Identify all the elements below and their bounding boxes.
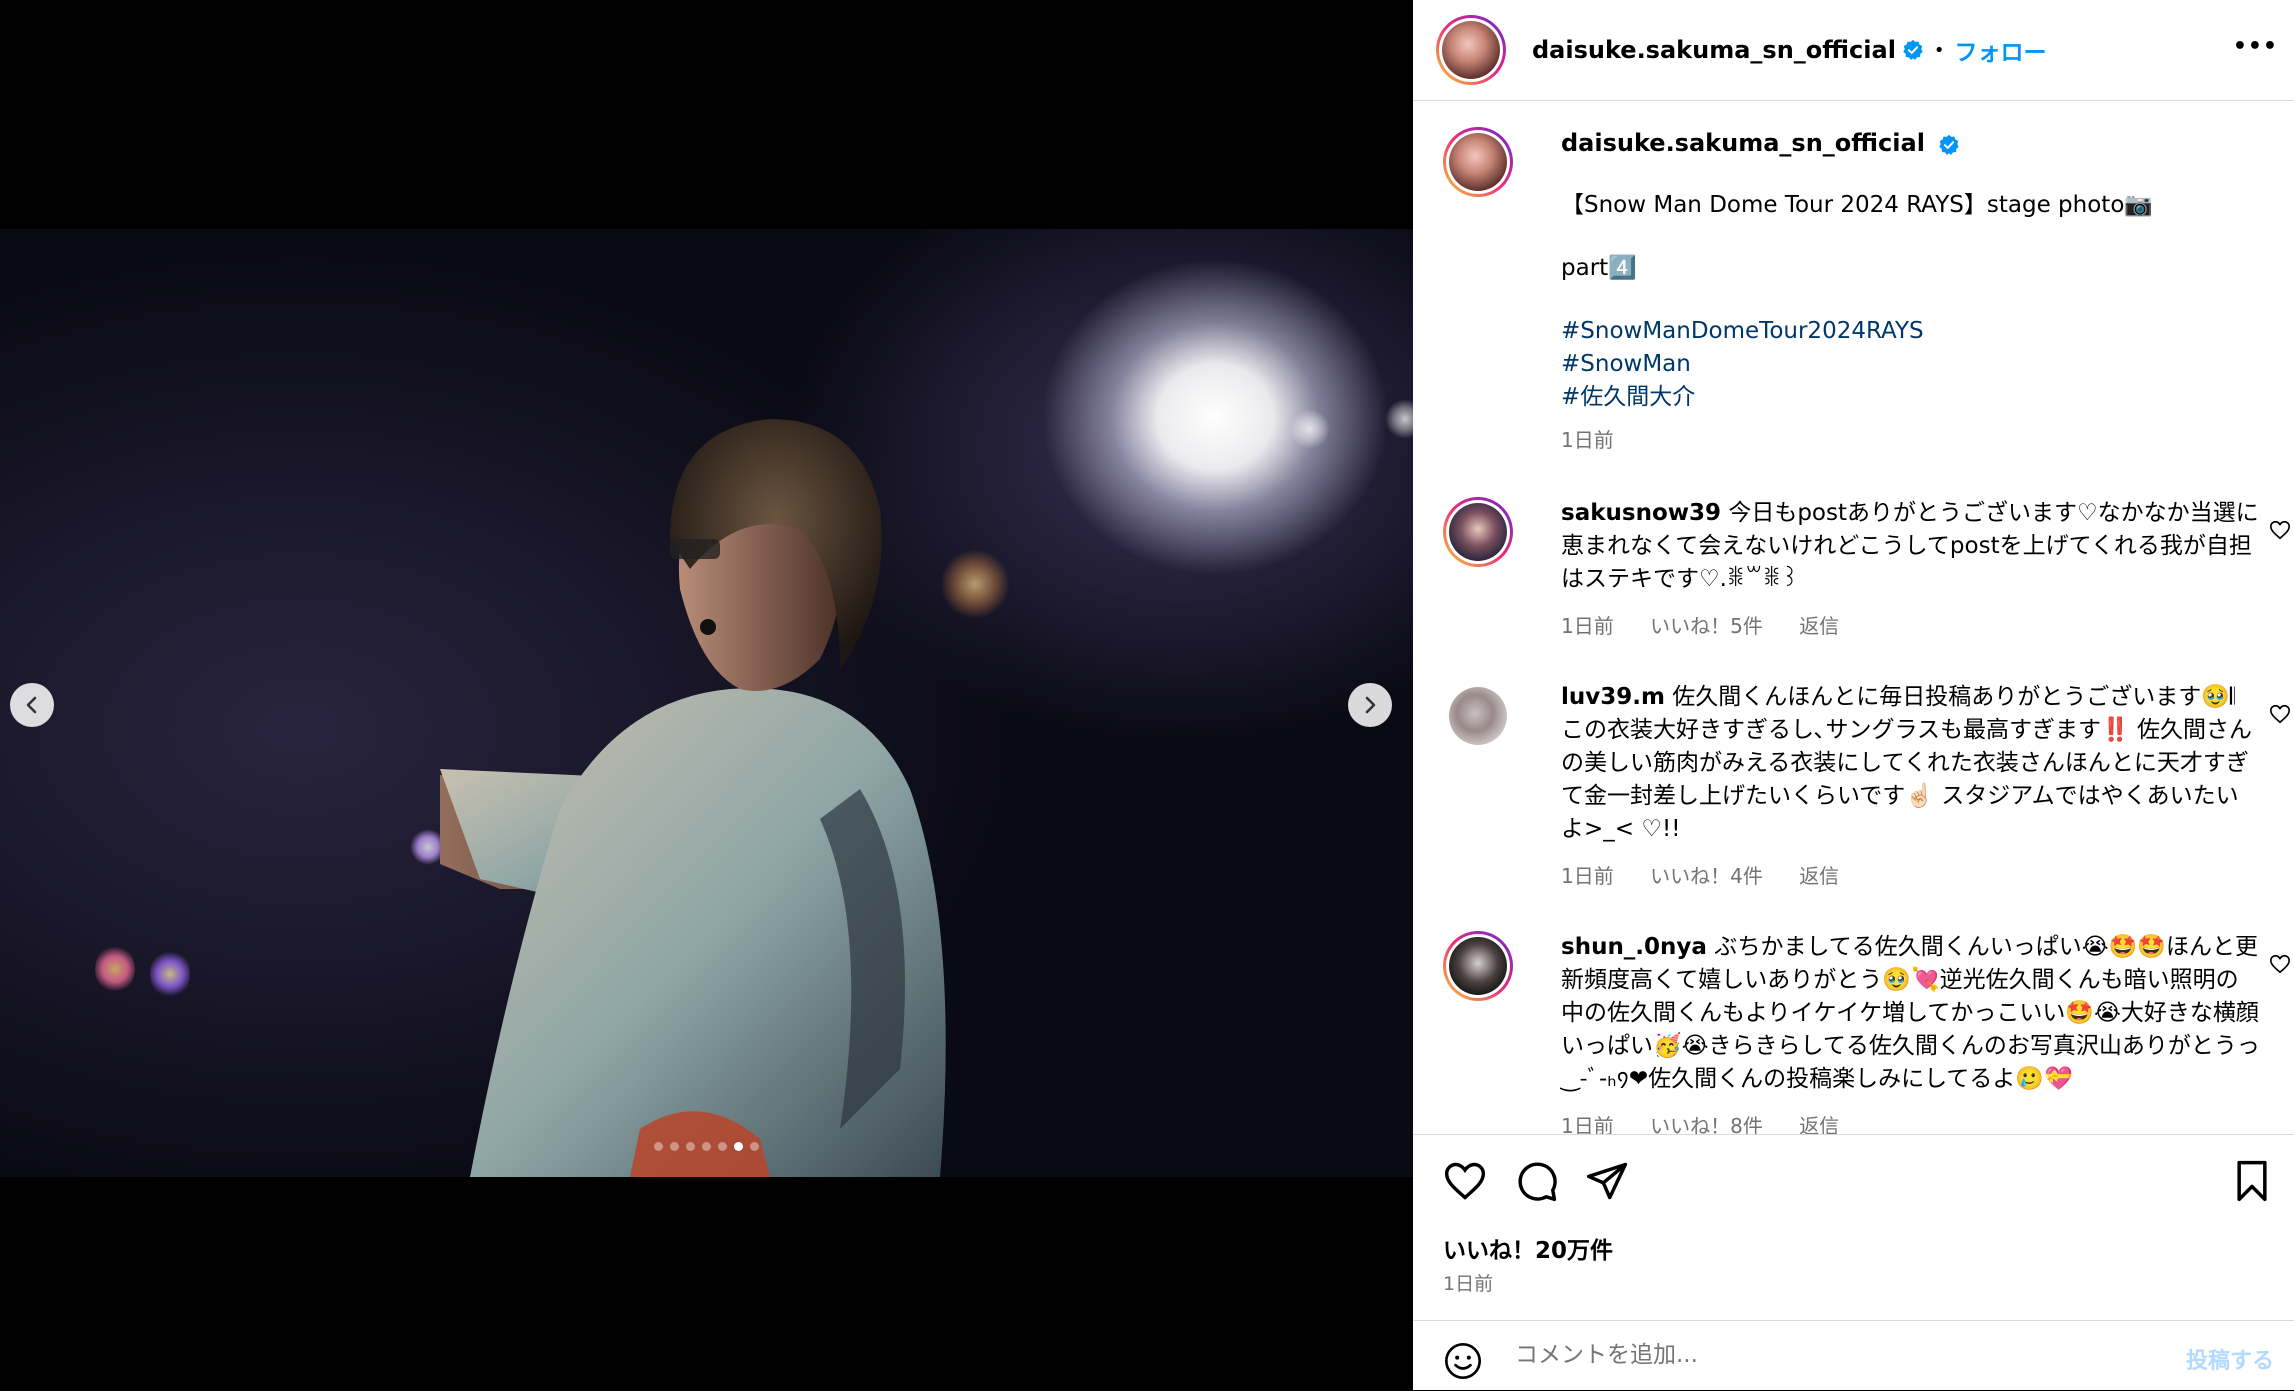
post-detail-panel: daisuke.sakuma_sn_official • フォロー ••• da… (1413, 0, 2294, 1390)
caption-time: 1日前 (1561, 428, 1614, 452)
caption-avatar[interactable] (1443, 127, 1513, 197)
chevron-right-icon (1365, 696, 1376, 714)
post-date: 1日前 (1443, 1273, 1494, 1295)
likes-count[interactable]: いいね！20万件 (1443, 1231, 1613, 1265)
previous-slide-button[interactable] (10, 683, 54, 727)
comment-likes[interactable]: いいね！5件 (1650, 614, 1763, 638)
bokeh-light (1290, 409, 1330, 449)
carousel-dot (670, 1142, 679, 1151)
chevron-left-icon (26, 696, 37, 714)
share-icon[interactable] (1585, 1159, 1629, 1203)
bokeh-light (1385, 399, 1413, 439)
concert-photo[interactable] (0, 229, 1413, 1177)
comment-like-icon[interactable] (2269, 519, 2291, 541)
more-options-icon[interactable]: ••• (2233, 34, 2278, 59)
comment-username[interactable]: shun_.0nya (1561, 934, 1707, 960)
comment-username[interactable]: luv39.m (1561, 684, 1665, 710)
post-actions: いいね！20万件 1日前 (1413, 1134, 2294, 1321)
hashtag-link[interactable]: #SnowMan (1561, 348, 2261, 381)
post-header: daisuke.sakuma_sn_official • フォロー ••• (1413, 0, 2294, 101)
comment-time: 1日前 (1561, 1114, 1614, 1134)
comment-text: 佐久間くんほんとに毎日投稿ありがとうございます🥹𝄃 この衣装大好きすぎるし､サン… (1561, 684, 2252, 842)
avatar[interactable] (1436, 15, 1506, 85)
carousel-dot (734, 1142, 743, 1151)
verified-badge-icon (1939, 134, 1959, 155)
comment-username[interactable]: sakusnow39 (1561, 500, 1721, 526)
header-separator: • (1933, 39, 1945, 61)
performer-figure (440, 419, 946, 1177)
follow-button[interactable]: フォロー (1955, 33, 2047, 67)
reply-button[interactable]: 返信 (1799, 614, 1839, 638)
comment-likes[interactable]: いいね！8件 (1650, 1114, 1763, 1134)
comment-avatar[interactable] (1443, 681, 1513, 751)
bookmark-icon[interactable] (2230, 1159, 2274, 1203)
comment-input-bar: 投稿する (1413, 1320, 2294, 1391)
caption-username[interactable]: daisuke.sakuma_sn_official (1561, 129, 1925, 157)
comment-time: 1日前 (1561, 864, 1614, 888)
comment-input[interactable] (1513, 1341, 2137, 1369)
reply-button[interactable]: 返信 (1799, 1114, 1839, 1134)
bokeh-light (95, 944, 135, 994)
carousel-dot (718, 1142, 727, 1151)
comment-time: 1日前 (1561, 614, 1614, 638)
post-media (0, 0, 1413, 1390)
carousel-dot (702, 1142, 711, 1151)
like-icon[interactable] (1443, 1159, 1487, 1203)
carousel-dot (750, 1142, 759, 1151)
comment-avatar[interactable] (1443, 497, 1513, 567)
comments-section[interactable]: daisuke.sakuma_sn_official 【Snow Man Dom… (1413, 101, 2294, 1134)
header-username[interactable]: daisuke.sakuma_sn_official (1532, 36, 1896, 64)
carousel-indicator (0, 1142, 1413, 1151)
caption-line-1: 【Snow Man Dome Tour 2024 RAYS】stage phot… (1561, 192, 2154, 218)
comment-icon[interactable] (1515, 1159, 1559, 1203)
hashtag-link[interactable]: #佐久間大介 (1561, 381, 2261, 414)
comment-likes[interactable]: いいね！4件 (1650, 864, 1763, 888)
comment-like-icon[interactable] (2269, 703, 2291, 725)
bokeh-light (150, 949, 190, 999)
verified-badge-icon (1903, 39, 1923, 60)
next-slide-button[interactable] (1348, 683, 1392, 727)
carousel-dot (686, 1142, 695, 1151)
comment-avatar[interactable] (1443, 931, 1513, 1001)
caption-line-2: part4️⃣ (1561, 255, 1637, 281)
emoji-icon[interactable] (1443, 1341, 1483, 1381)
hashtag-link[interactable]: #SnowManDomeTour2024RAYS (1561, 315, 2261, 348)
carousel-dot (654, 1142, 663, 1151)
post-comment-button[interactable]: 投稿する (2186, 1343, 2274, 1375)
reply-button[interactable]: 返信 (1799, 864, 1839, 888)
comment-like-icon[interactable] (2269, 953, 2291, 975)
